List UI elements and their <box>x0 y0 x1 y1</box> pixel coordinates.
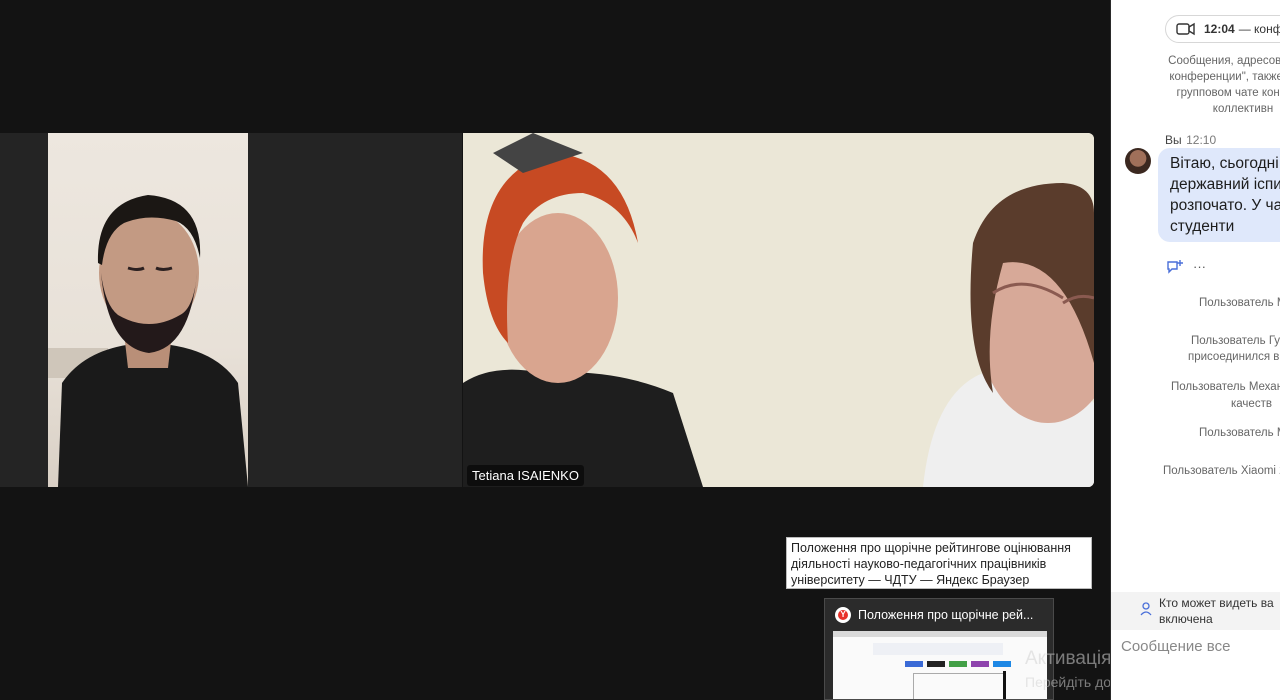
visibility-notice: Кто может видеть ва включена <box>1111 592 1280 630</box>
yandex-browser-icon: Y <box>835 607 851 623</box>
event-line: Пользователь М <box>1199 297 1280 309</box>
more-options-icon[interactable]: ··· <box>1193 259 1206 274</box>
meeting-pill-text: — конфе <box>1238 22 1280 36</box>
taskbar-window-preview[interactable]: Y Положення про щорічне рей... <box>824 598 1054 700</box>
reply-thread-icon[interactable] <box>1166 259 1184 280</box>
event-line: качеств <box>1231 398 1272 410</box>
participant-name-tag: Tetiana ISAIENKO <box>467 465 584 486</box>
event-line: Пользователь Xiaomi 2 <box>1163 465 1280 477</box>
avatar[interactable] <box>1125 148 1151 174</box>
system-notice-line: коллективн <box>1212 103 1274 115</box>
system-notice-line: конференции", также б <box>1169 71 1280 83</box>
message-line: студенти <box>1170 218 1235 235</box>
message-line: державний іспи <box>1170 176 1280 193</box>
preview-thumbnail <box>833 631 1047 699</box>
system-notice-line: групповом чате конс <box>1176 87 1280 99</box>
participant-video-2 <box>463 133 1094 487</box>
message-time: 12:10 <box>1186 133 1217 147</box>
system-notice: Сообщения, адресован конференции", также… <box>1151 53 1280 117</box>
participant-tile-1[interactable] <box>0 133 462 487</box>
tooltip-line-1: Положення про щорічне рейтингове оцінюва… <box>791 541 1071 555</box>
message-header: Вы 12:10 <box>1165 131 1216 149</box>
participant-1-silhouette <box>48 195 248 487</box>
person-eye-icon <box>1140 602 1152 616</box>
message-author: Вы <box>1165 133 1182 147</box>
message-line: Вітаю, сьогодні <box>1170 155 1279 172</box>
chat-message-bubble[interactable]: Вітаю, сьогодні державний іспи розпочато… <box>1158 148 1280 242</box>
participant-tile-2[interactable]: Tetiana ISAIENKO <box>463 133 1094 487</box>
video-camera-icon <box>1176 22 1195 36</box>
participant-video-1 <box>48 133 248 487</box>
event-line: Пользователь М <box>1199 427 1280 439</box>
event-line: присоединился в <box>1188 351 1280 363</box>
preview-title: Положення про щорічне рей... <box>858 608 1034 622</box>
meeting-time: 12:04 <box>1204 22 1235 36</box>
tooltip-line-3: університету — ЧДТУ — Яндекс Браузер <box>791 573 1030 587</box>
system-notice-line: Сообщения, адресован <box>1168 55 1280 67</box>
meeting-pill[interactable]: 12:04 — конфе <box>1165 15 1280 43</box>
event-line: Пользователь Гу <box>1191 335 1280 347</box>
message-input[interactable]: Сообщение все <box>1121 638 1230 655</box>
visibility-notice-line: включена <box>1159 612 1213 626</box>
message-line: розпочато. У ча <box>1170 197 1280 214</box>
taskbar-tooltip: Положення про щорічне рейтингове оцінюва… <box>786 537 1092 589</box>
visibility-notice-line: Кто может видеть ва <box>1159 596 1274 610</box>
event-line: Пользователь Механ <box>1171 381 1280 393</box>
chat-panel: 12:04 — конфе Сообщения, адресован конфе… <box>1110 0 1280 700</box>
tooltip-line-2: діяльності науково-педагогічних працівни… <box>791 557 1047 571</box>
video-grid: Tetiana ISAIENKO Положення про щорічне р… <box>0 0 1265 700</box>
